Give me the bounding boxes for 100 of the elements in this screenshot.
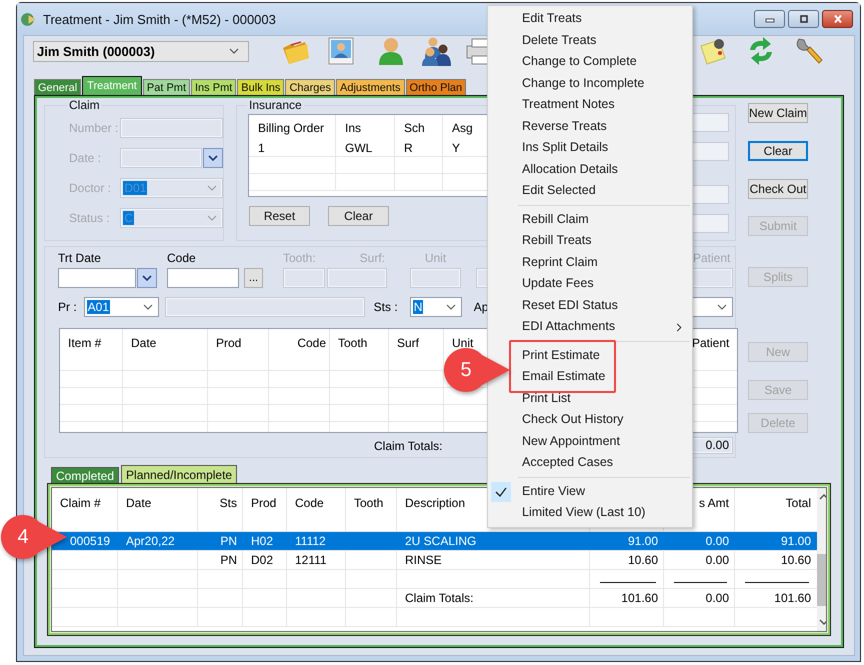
- tab[interactable]: Ins Pmt: [191, 79, 236, 95]
- tab[interactable]: Ortho Plan: [406, 79, 466, 95]
- menu-item[interactable]: Accepted Cases: [488, 452, 692, 474]
- tab[interactable]: Adjustments: [336, 79, 405, 95]
- menu-item[interactable]: Edit Treats: [488, 8, 692, 30]
- table-cell-text: 101.60: [773, 590, 812, 607]
- menu-item[interactable]: Entire View: [488, 480, 692, 502]
- text-field[interactable]: [164, 297, 365, 317]
- tab[interactable]: Bulk Ins: [237, 79, 284, 95]
- column-header: Prod: [250, 495, 278, 512]
- action-button[interactable]: New Claim: [748, 103, 808, 123]
- column-header: Description: [404, 495, 466, 512]
- menu-item[interactable]: Reprint Claim: [488, 252, 692, 273]
- dropdown-button[interactable]: [137, 268, 157, 288]
- people-button[interactable]: [421, 36, 453, 66]
- chevron-down-icon: [207, 215, 217, 221]
- chevron-right-icon: [676, 323, 682, 332]
- menu-item[interactable]: Update Fees: [488, 273, 692, 294]
- table-row[interactable]: PN D02 12111 RINSE 10.60 0.00 10.60: [52, 551, 817, 570]
- action-button[interactable]: Reset: [249, 206, 310, 226]
- chevron-down-icon: [446, 304, 456, 310]
- chevron-down-icon: [229, 48, 239, 54]
- menu-item[interactable]: Change to Complete: [488, 51, 692, 72]
- column-header: Asg: [451, 120, 473, 137]
- field-label: Trt Date: [58, 251, 102, 265]
- table-row[interactable]: Claim Totals: 101.60 0.00 101.60: [52, 589, 817, 608]
- column-header: s Amt: [698, 495, 730, 512]
- menu-item[interactable]: EDI Attachments: [488, 316, 692, 338]
- scroll-up-icon[interactable]: [818, 494, 826, 500]
- menu-item[interactable]: Rebill Claim: [488, 208, 692, 230]
- field-label: Tooth:: [283, 251, 317, 265]
- menu-item[interactable]: Reverse Treats: [488, 116, 692, 137]
- field-label: Surf:: [358, 251, 386, 265]
- table-row[interactable]: 000519 Apr20,22 PN H02 11112 2U SCALING 91.00 0.00 91.00: [52, 532, 817, 551]
- field-label: Date :: [69, 151, 102, 165]
- table-cell-text: 91.00: [626, 533, 659, 550]
- maximize-button[interactable]: [788, 10, 819, 28]
- text-field[interactable]: [167, 268, 239, 288]
- field-label: Number :: [69, 121, 120, 135]
- column-header: Prod: [215, 335, 242, 352]
- tab[interactable]: Charges: [285, 79, 336, 95]
- tab[interactable]: Pat Pmt: [142, 79, 190, 95]
- menu-item[interactable]: Print Estimate: [511, 344, 614, 366]
- close-button[interactable]: [822, 10, 853, 28]
- menu-item[interactable]: Rebill Treats: [488, 230, 692, 252]
- action-button[interactable]: Check Out: [748, 179, 808, 199]
- column-header: Tooth: [353, 495, 384, 512]
- menu-item[interactable]: Check Out History: [488, 409, 692, 430]
- scroll-down-icon[interactable]: [818, 619, 826, 625]
- app-icon: [20, 10, 37, 28]
- column-header: Surf: [396, 335, 420, 352]
- table-cell-text: 000519: [69, 533, 112, 550]
- dropdown-field[interactable]: N: [410, 297, 462, 317]
- chevron-down-icon: [208, 155, 218, 161]
- column-header: Date: [125, 495, 152, 512]
- table-cell-text: PN: [219, 552, 238, 569]
- lookup-button[interactable]: ...: [244, 268, 263, 288]
- menu-item[interactable]: New Appointment: [488, 430, 692, 452]
- patient-dropdown[interactable]: Jim Smith (000003): [33, 40, 249, 62]
- column-header: Sts: [218, 495, 238, 512]
- menu-item[interactable]: Email Estimate: [511, 366, 614, 388]
- field-label: Doctor :: [69, 181, 112, 195]
- tab[interactable]: Completed: [51, 467, 120, 483]
- menu-item[interactable]: Treatment Notes: [488, 94, 692, 116]
- table-cell-text: 101.60: [620, 590, 659, 607]
- table-cell-text: 0.00: [704, 590, 730, 607]
- table-cell-text: Claim Totals:: [404, 590, 474, 607]
- table-cell-text: R: [403, 140, 413, 156]
- action-button[interactable]: Clear: [328, 206, 389, 226]
- column-header: Tooth: [337, 335, 368, 352]
- group-title: Insurance: [248, 98, 303, 112]
- column-header: Claim #: [59, 495, 102, 512]
- dropdown-field[interactable]: A01: [84, 297, 159, 317]
- table-cell-text: D02: [250, 552, 274, 569]
- menu-item[interactable]: Reset EDI Status: [488, 294, 692, 316]
- menu-item[interactable]: Delete Treats: [488, 30, 692, 51]
- menu-item[interactable]: Edit Selected: [488, 180, 692, 202]
- menu-item[interactable]: Ins Split Details: [488, 137, 692, 158]
- column-header: Ins: [344, 120, 362, 137]
- table-cell-text: 91.00: [780, 533, 812, 550]
- tab[interactable]: General: [34, 79, 82, 95]
- field-label: Code: [167, 251, 197, 265]
- field-label: Pr :: [58, 300, 77, 314]
- action-button[interactable]: Clear: [748, 141, 808, 161]
- table-cell-text: RINSE: [404, 552, 443, 569]
- chevron-down-icon: [142, 304, 153, 310]
- close-icon: [832, 15, 844, 23]
- table-cell-text: 1: [257, 140, 265, 156]
- menu-item[interactable]: Limited View (Last 10): [488, 502, 692, 524]
- table-cell-text: PN: [219, 533, 238, 550]
- column-header: Code: [296, 335, 327, 352]
- table-cell-text: 11112: [294, 533, 327, 550]
- field-label: Unit: [424, 251, 448, 265]
- date-field[interactable]: [58, 268, 136, 288]
- column-header: Patient: [691, 335, 730, 352]
- minimize-button[interactable]: [754, 10, 785, 28]
- menu-item[interactable]: Change to Incomplete: [488, 72, 692, 94]
- dropdown-button[interactable]: [203, 148, 223, 168]
- menu-item[interactable]: Allocation Details: [488, 158, 692, 180]
- tab[interactable]: Planned/Incomplete: [121, 465, 238, 483]
